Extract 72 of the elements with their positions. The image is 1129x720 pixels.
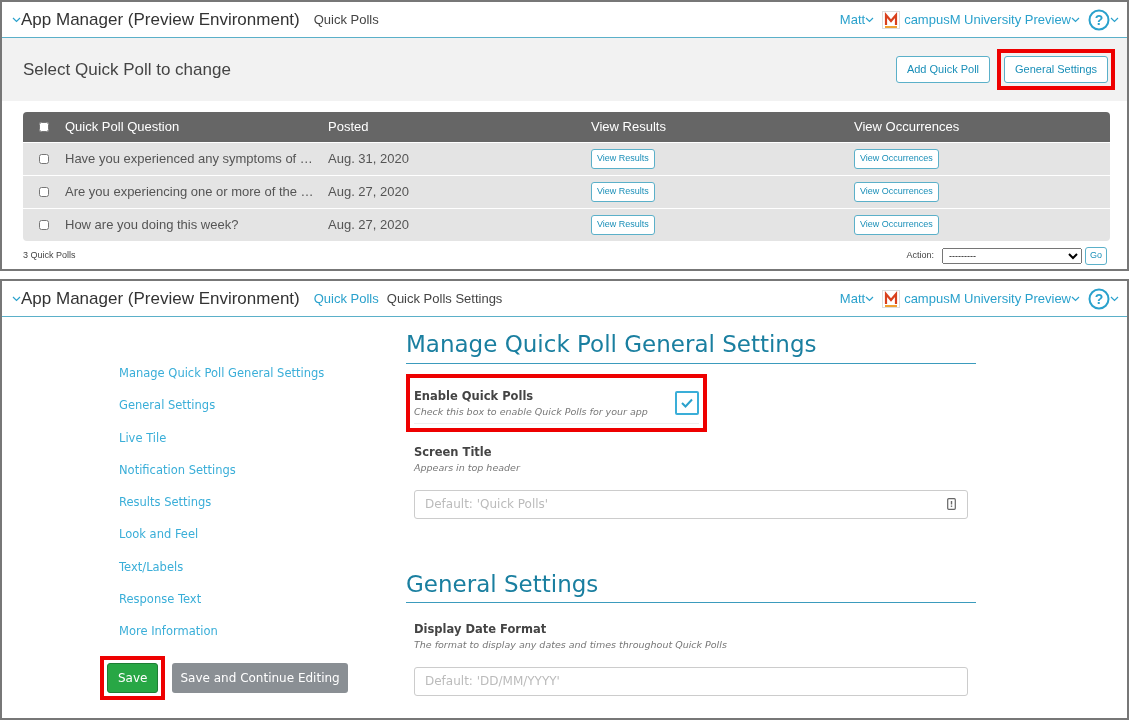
save-button[interactable]: Save [107, 662, 159, 693]
action-label: Action: [906, 249, 934, 262]
sidebar-link[interactable]: Text/Labels [119, 558, 406, 592]
section-heading: General Settings [406, 570, 976, 604]
question-cell-text: Have you experienced any symptoms of … [65, 150, 313, 169]
breadcrumb-current: Quick Polls Settings [386, 289, 503, 308]
logo-icon [882, 289, 901, 308]
field-label: Display Date Format [414, 621, 548, 639]
organization-menu[interactable]: campusM University Preview [904, 9, 1071, 30]
chevron-icon[interactable] [1071, 295, 1080, 302]
row-checkbox[interactable] [39, 220, 49, 230]
input-field[interactable]: Default: 'DD/MM/YYYY' [414, 666, 968, 696]
check-icon [681, 398, 693, 409]
view-results-button[interactable]: View Results [591, 149, 655, 169]
chevron-icon[interactable] [1071, 16, 1080, 23]
row-checkbox[interactable] [39, 154, 49, 164]
checkbox[interactable] [675, 391, 699, 416]
field-label: Enable Quick Polls [414, 387, 535, 405]
chevron-icon[interactable] [1110, 295, 1119, 302]
column-header[interactable]: View Occurrences [854, 117, 960, 137]
view-occurrences-button[interactable]: View Occurrences [854, 149, 939, 169]
chevron-icon[interactable] [865, 16, 875, 23]
sidebar-link[interactable]: General Settings [119, 397, 406, 430]
help-icon[interactable]: ? [1088, 287, 1110, 310]
breadcrumb-current: Quick Polls [313, 10, 379, 29]
date-cell-text: Aug. 31, 2020 [328, 150, 409, 169]
sidebar-link[interactable]: Response Text [119, 591, 406, 624]
date-cell-text: Aug. 27, 2020 [328, 183, 409, 202]
view-occurrences-button[interactable]: View Occurrences [854, 215, 939, 235]
sidebar-link[interactable]: Manage Quick Poll General Settings [119, 365, 406, 398]
chevron-icon[interactable] [12, 16, 21, 23]
select-all-checkbox[interactable] [39, 122, 49, 132]
help-icon[interactable]: ? [1088, 8, 1110, 31]
chevron-icon[interactable] [865, 295, 875, 302]
logo-icon [882, 10, 901, 29]
sidebar-link[interactable]: More Information [119, 623, 406, 656]
field-icon [947, 497, 956, 510]
action-select[interactable]: --------- [942, 247, 1082, 264]
user-menu[interactable]: Matt [839, 288, 866, 309]
chevron-icon[interactable] [1110, 16, 1119, 23]
input-field[interactable]: Default: 'Quick Polls' [414, 489, 968, 519]
app-title: App Manager (Preview Environment) [21, 287, 300, 310]
add-button[interactable]: Add Quick Poll [895, 56, 991, 83]
view-results-button[interactable]: View Results [591, 182, 655, 202]
view-occurrences-button[interactable]: View Occurrences [854, 182, 939, 202]
sidebar-link[interactable]: Notification Settings [119, 461, 406, 495]
column-header[interactable]: Posted [328, 117, 369, 137]
breadcrumb-link[interactable]: Quick Polls [313, 288, 379, 309]
help-text: Appears in top header [414, 461, 522, 476]
sidebar-link[interactable]: Look and Feel [119, 526, 406, 559]
column-header[interactable]: View Results [591, 117, 666, 137]
go-button[interactable]: Go [1085, 247, 1107, 265]
question-cell-text: How are you doing this week? [65, 216, 239, 235]
field-label: Screen Title [414, 444, 493, 462]
section-heading: Manage Quick Poll General Settings [406, 331, 976, 364]
page-title: Select Quick Poll to change [23, 58, 232, 81]
date-cell-text: Aug. 27, 2020 [328, 216, 409, 235]
sidebar-link[interactable]: Results Settings [119, 494, 406, 527]
poll-count: 3 Quick Polls [23, 249, 77, 262]
chevron-icon[interactable] [12, 295, 21, 302]
user-menu[interactable]: Matt [839, 9, 866, 30]
organization-menu[interactable]: campusM University Preview [904, 288, 1071, 309]
row-checkbox[interactable] [39, 187, 49, 197]
help-text: Check this box to enable Quick Polls for your app [414, 404, 648, 419]
view-results-button[interactable]: View Results [591, 215, 655, 235]
question-cell-text: Are you experiencing one or more of the … [65, 183, 314, 202]
settings-button[interactable]: General Settings [1004, 56, 1108, 83]
app-title: App Manager (Preview Environment) [21, 8, 300, 31]
column-header[interactable]: Quick Poll Question [65, 117, 180, 137]
save-continue-button[interactable]: Save and Continue Editing [172, 662, 348, 693]
help-text: The format to display any dates and times throughout Quick Polls [414, 638, 728, 653]
sidebar-link[interactable]: Live Tile [119, 429, 406, 462]
